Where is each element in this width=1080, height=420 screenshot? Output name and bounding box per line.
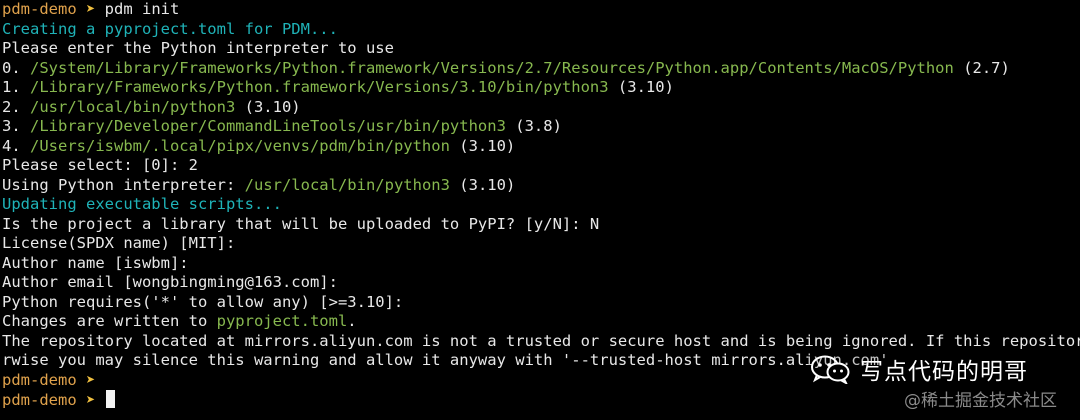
terminal-line: Creating a pyproject.toml for PDM... <box>0 20 1080 40</box>
terminal-line: 2. /usr/local/bin/python3 (3.10) <box>0 98 1080 118</box>
terminal-line: 0. /System/Library/Frameworks/Python.fra… <box>0 59 1080 79</box>
terminal-text-segment: /usr/local/bin/python3 <box>244 175 450 194</box>
terminal-text-segment: Please enter the Python interpreter to u… <box>2 39 394 57</box>
terminal-text-segment: Creating a pyproject.toml for PDM... <box>2 19 338 38</box>
terminal-text-segment: 2. <box>2 97 30 116</box>
terminal-text-segment: rwise you may silence this warning and a… <box>2 351 889 369</box>
wechat-icon <box>811 355 850 384</box>
prompt-arrow-icon: ➤ <box>86 0 96 18</box>
terminal-text-segment: 3. <box>2 117 30 135</box>
terminal-line: Please select: [0]: 2 <box>0 156 1080 176</box>
terminal-window[interactable]: pdm-demo ➤ pdm init Creating a pyproject.… <box>0 0 1080 420</box>
terminal-line: Updating executable scripts... <box>0 195 1080 215</box>
terminal-line: Please enter the Python interpreter to u… <box>0 39 1080 59</box>
terminal-text-segment: /usr/local/bin/python3 <box>30 97 236 116</box>
prompt-arrow-icon: ➤ <box>86 391 105 409</box>
terminal-line: Is the project a library that will be up… <box>0 215 1080 235</box>
terminal-text-segment: Author name [iswbm]: <box>2 253 189 272</box>
terminal-cursor <box>105 390 115 408</box>
terminal-text-segment: Updating executable scripts... <box>2 195 282 213</box>
terminal-output: pdm-demo ➤ pdm init Creating a pyproject.… <box>0 0 1080 410</box>
terminal-text-segment: The repository located at mirrors.aliyun… <box>2 331 1080 350</box>
terminal-text-segment: Please select: [0]: 2 <box>2 156 198 174</box>
terminal-text-segment: Changes are written to <box>2 312 217 330</box>
terminal-text-segment: pyproject.toml <box>216 312 348 330</box>
terminal-text-segment: . <box>347 312 357 330</box>
terminal-text-segment: pdm-demo <box>2 391 86 409</box>
terminal-line: Changes are written to pyproject.toml. <box>0 312 1080 332</box>
terminal-text-segment: (3.10) <box>235 97 301 116</box>
terminal-line: 4. /Users/iswbm/.local/pipx/venvs/pdm/bi… <box>0 137 1080 157</box>
terminal-line: 1. /Library/Frameworks/Python.framework/… <box>0 78 1080 98</box>
terminal-text-segment: 1. <box>2 78 30 96</box>
terminal-text-segment: License(SPDX name) [MIT]: <box>2 234 236 252</box>
terminal-line: 3. /Library/Developer/CommandLineTools/u… <box>0 117 1080 137</box>
terminal-text-segment: Is the project a library that will be up… <box>2 214 600 233</box>
terminal-text-segment: Author email [wongbingming@163.com]: <box>2 273 338 291</box>
terminal-text-segment: (3.10) <box>449 175 516 194</box>
terminal-line: Author name [iswbm]: <box>0 254 1080 274</box>
terminal-line: Author email [wongbingming@163.com]: <box>0 273 1080 293</box>
terminal-line: Python requires('*' to allow any) [>=3.1… <box>0 293 1080 313</box>
terminal-line: The repository located at mirrors.aliyun… <box>0 332 1080 352</box>
terminal-text-segment: 0. <box>2 58 30 77</box>
terminal-text-segment: /Users/iswbm/.local/pipx/venvs/pdm/bin/p… <box>30 136 450 155</box>
terminal-text-segment: pdm init <box>95 0 180 18</box>
watermark-text: 写点代码的明哥 <box>860 359 1028 385</box>
terminal-text-segment: /System/Library/Frameworks/Python.framew… <box>30 58 954 77</box>
terminal-line: Using Python interpreter: /usr/local/bin… <box>0 176 1080 196</box>
terminal-text-segment: Python requires('*' to allow any) [>=3.1… <box>2 292 404 311</box>
terminal-text-segment: pdm-demo <box>2 370 86 389</box>
terminal-text-segment: (2.7) <box>953 58 1010 77</box>
terminal-text-segment: pdm-demo <box>2 0 86 18</box>
terminal-line: License(SPDX name) [MIT]: <box>0 234 1080 254</box>
terminal-text-segment: 4. <box>2 136 30 155</box>
terminal-text-segment: Using Python interpreter: <box>2 175 245 194</box>
terminal-text-segment: (3.10) <box>608 78 674 96</box>
terminal-text-segment: (3.10) <box>449 136 516 155</box>
terminal-line: pdm-demo ➤ pdm init <box>0 0 1080 20</box>
terminal-text-segment: (3.8) <box>505 117 562 135</box>
wechat-watermark: 写点代码的明哥 <box>808 352 1028 386</box>
prompt-arrow-icon: ➤ <box>86 370 96 389</box>
juejin-watermark: @稀土掘金技术社区 <box>904 391 1057 411</box>
terminal-text-segment: /Library/Developer/CommandLineTools/usr/… <box>30 117 506 135</box>
terminal-text-segment: /Library/Frameworks/Python.framework/Ver… <box>30 78 609 96</box>
